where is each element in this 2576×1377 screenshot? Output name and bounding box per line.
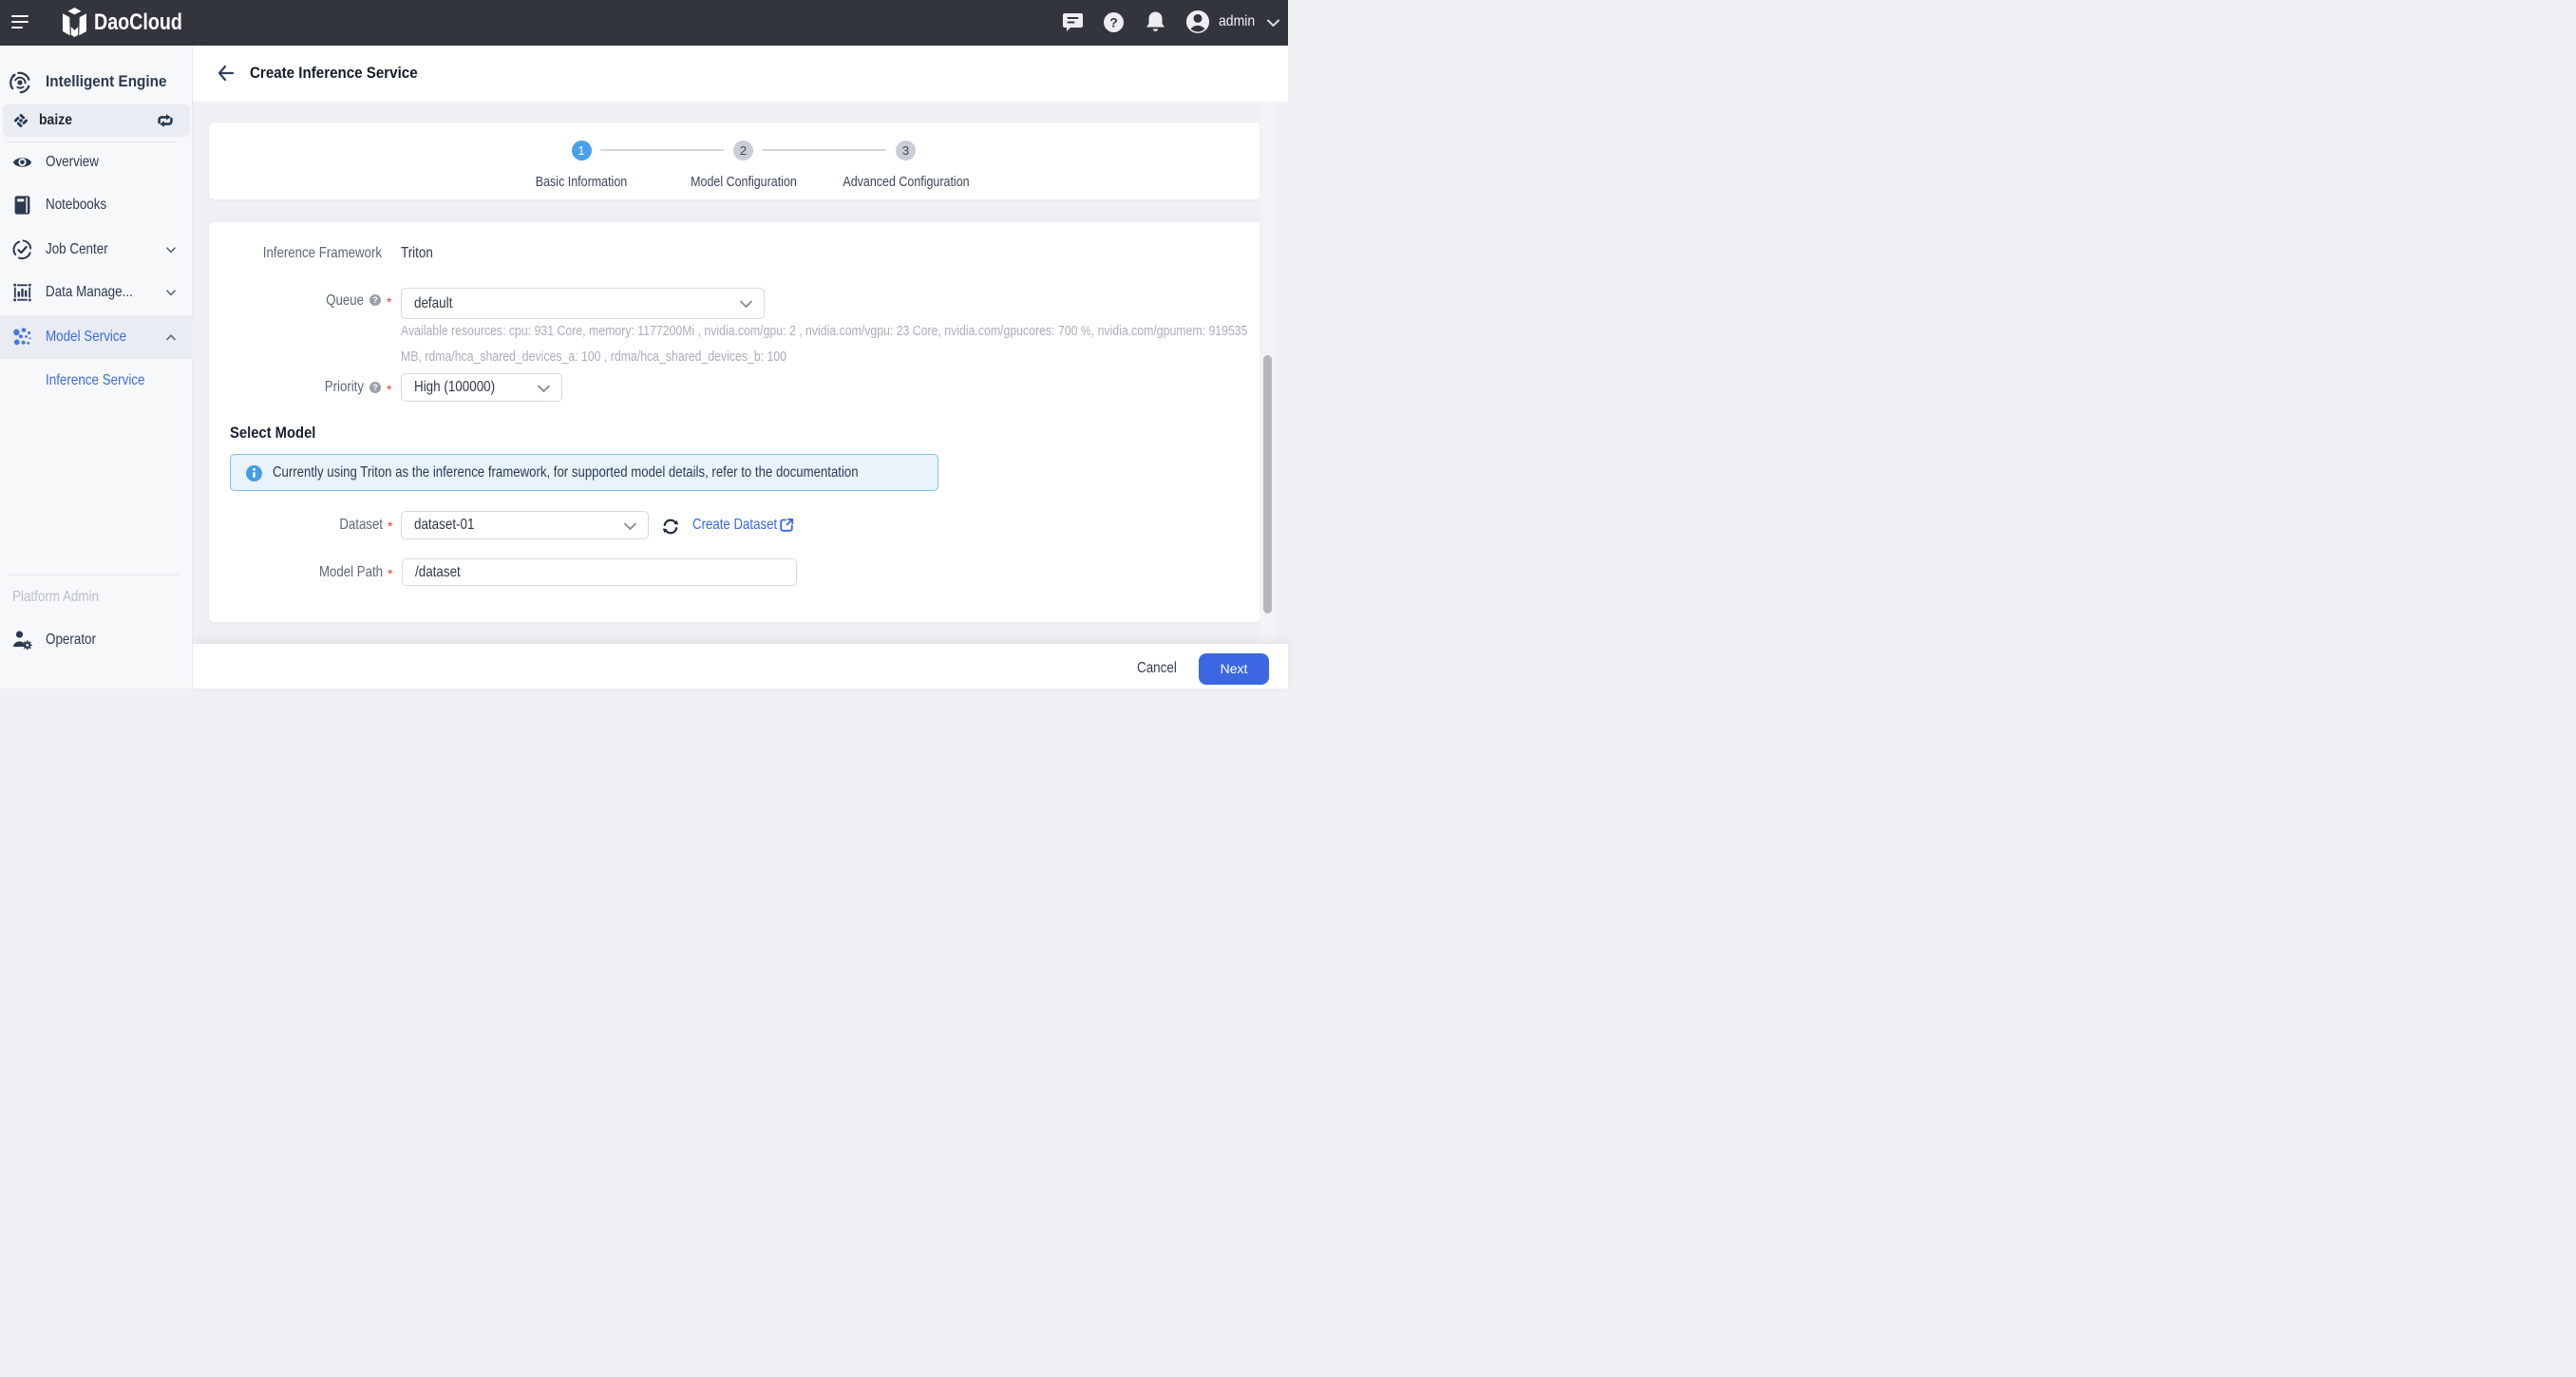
svg-text:?: ? <box>1109 15 1118 30</box>
